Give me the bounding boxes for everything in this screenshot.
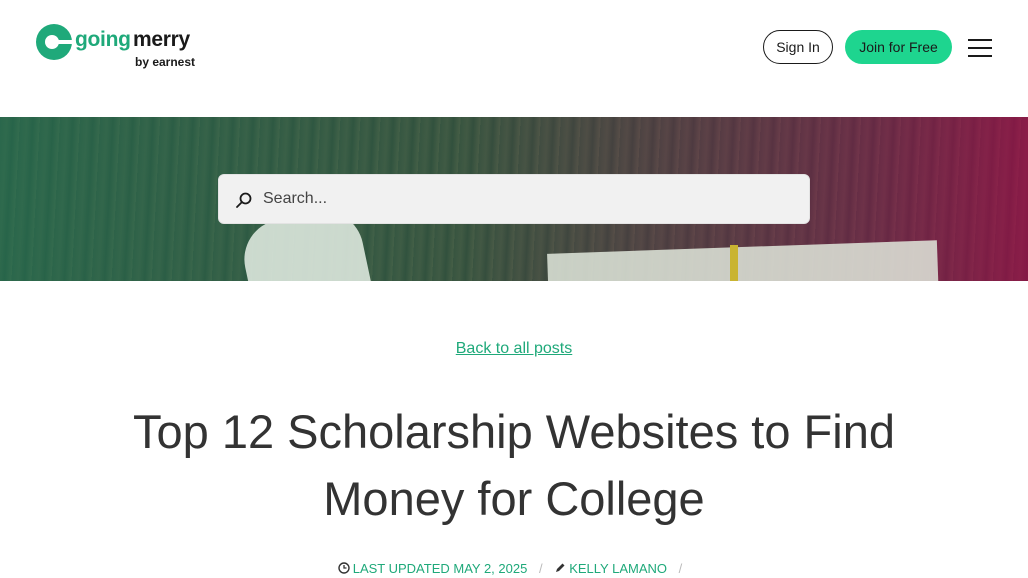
hamburger-menu-icon[interactable]	[968, 38, 992, 58]
meta-separator-trailing: /	[678, 561, 683, 576]
article-meta: LAST UPDATED MAY 2, 2025 / KELLY LAMANO …	[0, 561, 1028, 576]
author-link[interactable]: KELLY LAMANO	[569, 561, 667, 576]
hero-notebook-image	[547, 240, 939, 281]
last-updated-date: LAST UPDATED MAY 2, 2025	[352, 561, 528, 576]
pencil-icon	[556, 563, 565, 572]
site-header: going merry by earnest Sign In Join for …	[0, 0, 1028, 117]
join-for-free-button[interactable]: Join for Free	[845, 30, 952, 64]
search-input[interactable]	[263, 175, 793, 223]
search-icon	[236, 192, 252, 208]
clock-icon	[338, 562, 350, 574]
back-to-all-posts-link[interactable]: Back to all posts	[0, 340, 1028, 358]
logo-word-merry: merry	[133, 28, 190, 51]
logo-word-going: going	[75, 28, 131, 51]
sign-in-button[interactable]: Sign In	[763, 30, 833, 64]
article-title: Top 12 Scholarship Websites to Find Mone…	[133, 405, 895, 525]
search-bar[interactable]	[218, 174, 810, 224]
key-logo-icon	[36, 24, 72, 60]
going-merry-logo[interactable]: going merry by earnest	[36, 24, 206, 72]
meta-separator: /	[538, 561, 543, 576]
hero-banner	[0, 117, 1028, 281]
hero-pencil-image	[730, 245, 738, 281]
logo-byline: by earnest	[135, 55, 196, 69]
